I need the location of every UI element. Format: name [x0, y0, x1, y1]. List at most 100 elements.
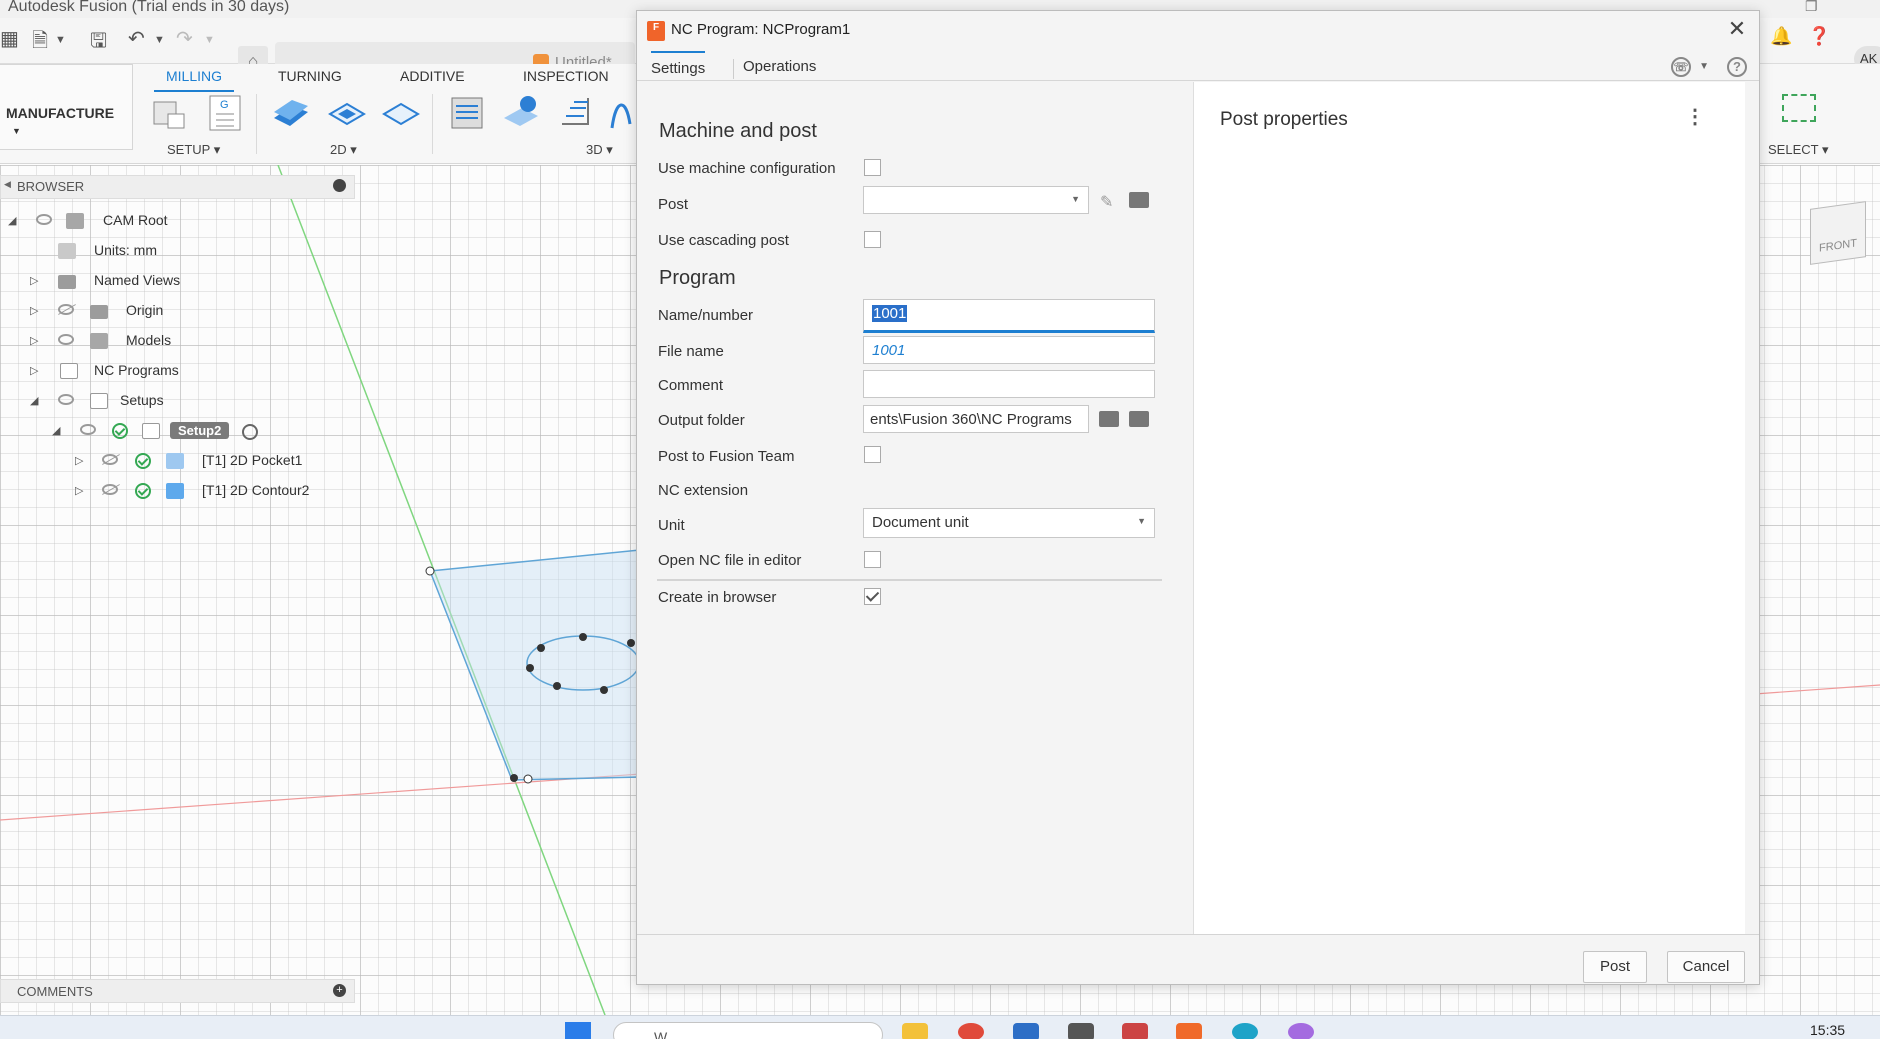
expand-icon[interactable]: ▷ [75, 484, 83, 497]
grid-menu-icon[interactable]: ▦ [0, 26, 19, 51]
visibility-eye-icon[interactable] [36, 214, 52, 225]
tab-turning[interactable]: TURNING [278, 68, 342, 84]
tree-item-setups[interactable]: ◢ Setups [0, 392, 355, 416]
post-button[interactable]: Post [1583, 951, 1647, 983]
undo-icon[interactable]: ↶ [128, 26, 145, 51]
copilot-icon[interactable] [1288, 1023, 1314, 1039]
collapse-icon[interactable]: ◢ [52, 424, 60, 437]
taskbar-search[interactable]: W [613, 1022, 883, 1039]
setup-group-label[interactable]: SETUP ▾ [167, 142, 220, 158]
3d-pocket-icon[interactable] [502, 94, 540, 132]
notifications-icon[interactable]: 🔔 [1770, 26, 1792, 47]
tree-item-origin[interactable]: ▷ Origin [0, 302, 355, 326]
collapse-icon[interactable]: ◢ [30, 394, 38, 407]
use-machine-configuration-checkbox[interactable] [864, 159, 881, 176]
store-icon[interactable] [1013, 1023, 1039, 1039]
visibility-eye-icon[interactable] [58, 334, 74, 345]
2d-pocket-icon[interactable] [328, 94, 366, 132]
tab-settings[interactable]: Settings [651, 51, 706, 77]
tab-operations[interactable]: Operations [743, 58, 816, 75]
tab-additive[interactable]: ADDITIVE [400, 68, 465, 84]
collapse-panel-icon[interactable]: ◀ [4, 179, 11, 190]
visibility-eye-icon[interactable] [58, 394, 74, 405]
file-icon[interactable]: 🗎 [32, 26, 48, 60]
dialog-titlebar[interactable]: F NC Program: NCProgram1 ✕ [637, 11, 1759, 49]
use-cascading-post-checkbox[interactable] [864, 231, 881, 248]
file-name-input[interactable]: 1001 [863, 336, 1155, 364]
tab-inspection[interactable]: INSPECTION [523, 68, 609, 84]
post-to-fusion-team-label: Post to Fusion Team [658, 448, 795, 465]
3d-parallel-icon[interactable] [556, 94, 594, 132]
cancel-button[interactable]: Cancel [1667, 951, 1745, 983]
app-icon[interactable] [1068, 1023, 1094, 1039]
select-menu[interactable]: SELECT ▾ [1768, 142, 1828, 158]
2d-contour-icon[interactable] [382, 94, 420, 132]
nc-extension-label: NC extension [658, 482, 749, 499]
tree-item-units[interactable]: Units: mm [0, 242, 355, 266]
help-icon[interactable]: ? [1727, 57, 1747, 77]
phone-support-icon[interactable]: ☏ [1671, 57, 1691, 77]
tree-item-setup2[interactable]: ◢ Setup2 [0, 422, 355, 446]
unit-select[interactable]: Document unit ▼ [863, 508, 1155, 538]
file-dropdown-icon[interactable]: ▼ [55, 34, 66, 46]
view-cube[interactable]: FRONT [1810, 201, 1866, 265]
start-icon[interactable] [565, 1022, 591, 1039]
app-icon[interactable] [1122, 1023, 1148, 1039]
restore-icon[interactable]: ❐ [1805, 0, 1818, 15]
visibility-eye-icon[interactable] [80, 424, 96, 435]
post-select[interactable]: ▼ [863, 186, 1089, 214]
more-options-icon[interactable]: ⋮ [1685, 104, 1705, 129]
undo-dropdown-icon[interactable]: ▼ [154, 34, 165, 46]
select-tool-icon[interactable] [1782, 94, 1816, 122]
view-folder-icon[interactable] [1099, 411, 1119, 427]
help-icon[interactable]: ❓ [1808, 26, 1830, 47]
open-nc-in-editor-checkbox[interactable] [864, 551, 881, 568]
tree-item-2d-pocket1[interactable]: ▷ [T1] 2D Pocket1 [0, 452, 355, 476]
edit-post-icon[interactable]: ✎ [1100, 192, 1120, 211]
visibility-eye-hidden-icon[interactable] [102, 484, 118, 495]
chevron-down-icon[interactable]: ▼ [1699, 61, 1709, 72]
tab-milling[interactable]: MILLING [154, 68, 235, 92]
tree-item-named-views[interactable]: ▷ Named Views [0, 272, 355, 296]
workspace-switcher[interactable]: MANUFACTURE ▼ [0, 64, 133, 150]
redo-icon[interactable]: ↷ [176, 26, 193, 51]
expand-icon[interactable]: ▷ [30, 304, 38, 317]
visibility-eye-hidden-icon[interactable] [58, 304, 74, 315]
visibility-eye-hidden-icon[interactable] [102, 454, 118, 465]
post-to-fusion-team-checkbox[interactable] [864, 446, 881, 463]
expand-icon[interactable]: ▷ [30, 274, 38, 287]
open-folder-icon[interactable] [1129, 192, 1149, 208]
active-setup-icon[interactable] [242, 424, 258, 440]
chrome-icon[interactable] [958, 1023, 984, 1039]
collapse-icon[interactable]: ◢ [8, 214, 16, 227]
fusion-icon[interactable] [1176, 1023, 1202, 1039]
expand-icon[interactable]: ▷ [75, 454, 83, 467]
nc-program-icon[interactable]: G [206, 94, 244, 132]
file-explorer-icon[interactable] [902, 1023, 928, 1039]
chevron-down-icon: ▼ [1137, 516, 1146, 526]
add-comment-icon[interactable]: + [333, 984, 346, 997]
3d-adaptive-icon[interactable] [448, 94, 486, 132]
save-icon[interactable]: 🖫 [90, 26, 107, 60]
edge-icon[interactable] [1232, 1023, 1258, 1039]
expand-icon[interactable]: ▷ [30, 364, 38, 377]
browser-minimize-icon[interactable] [333, 179, 346, 192]
2d-adaptive-icon[interactable] [272, 94, 310, 132]
comments-bar[interactable]: COMMENTS + [0, 979, 355, 1003]
output-folder-input[interactable]: ents\Fusion 360\NC Programs [863, 405, 1089, 433]
new-setup-icon[interactable] [150, 94, 188, 132]
3d-group-label[interactable]: 3D ▾ [586, 142, 613, 158]
comment-input[interactable] [863, 370, 1155, 398]
redo-dropdown-icon[interactable]: ▼ [204, 34, 215, 46]
browser-header[interactable]: ◀ BROWSER [0, 175, 355, 199]
create-in-browser-checkbox[interactable] [864, 588, 881, 605]
close-icon[interactable]: ✕ [1725, 17, 1749, 41]
tree-item-cam-root[interactable]: ◢ CAM Root [0, 212, 355, 236]
expand-icon[interactable]: ▷ [30, 334, 38, 347]
tree-item-models[interactable]: ▷ Models [0, 332, 355, 356]
open-folder-icon[interactable] [1129, 411, 1149, 427]
tree-item-nc-programs[interactable]: ▷ NC Programs [0, 362, 355, 386]
2d-group-label[interactable]: 2D ▾ [330, 142, 357, 158]
name-number-input[interactable]: 1001 [863, 299, 1155, 333]
tree-item-2d-contour2[interactable]: ▷ [T1] 2D Contour2 [0, 482, 355, 506]
